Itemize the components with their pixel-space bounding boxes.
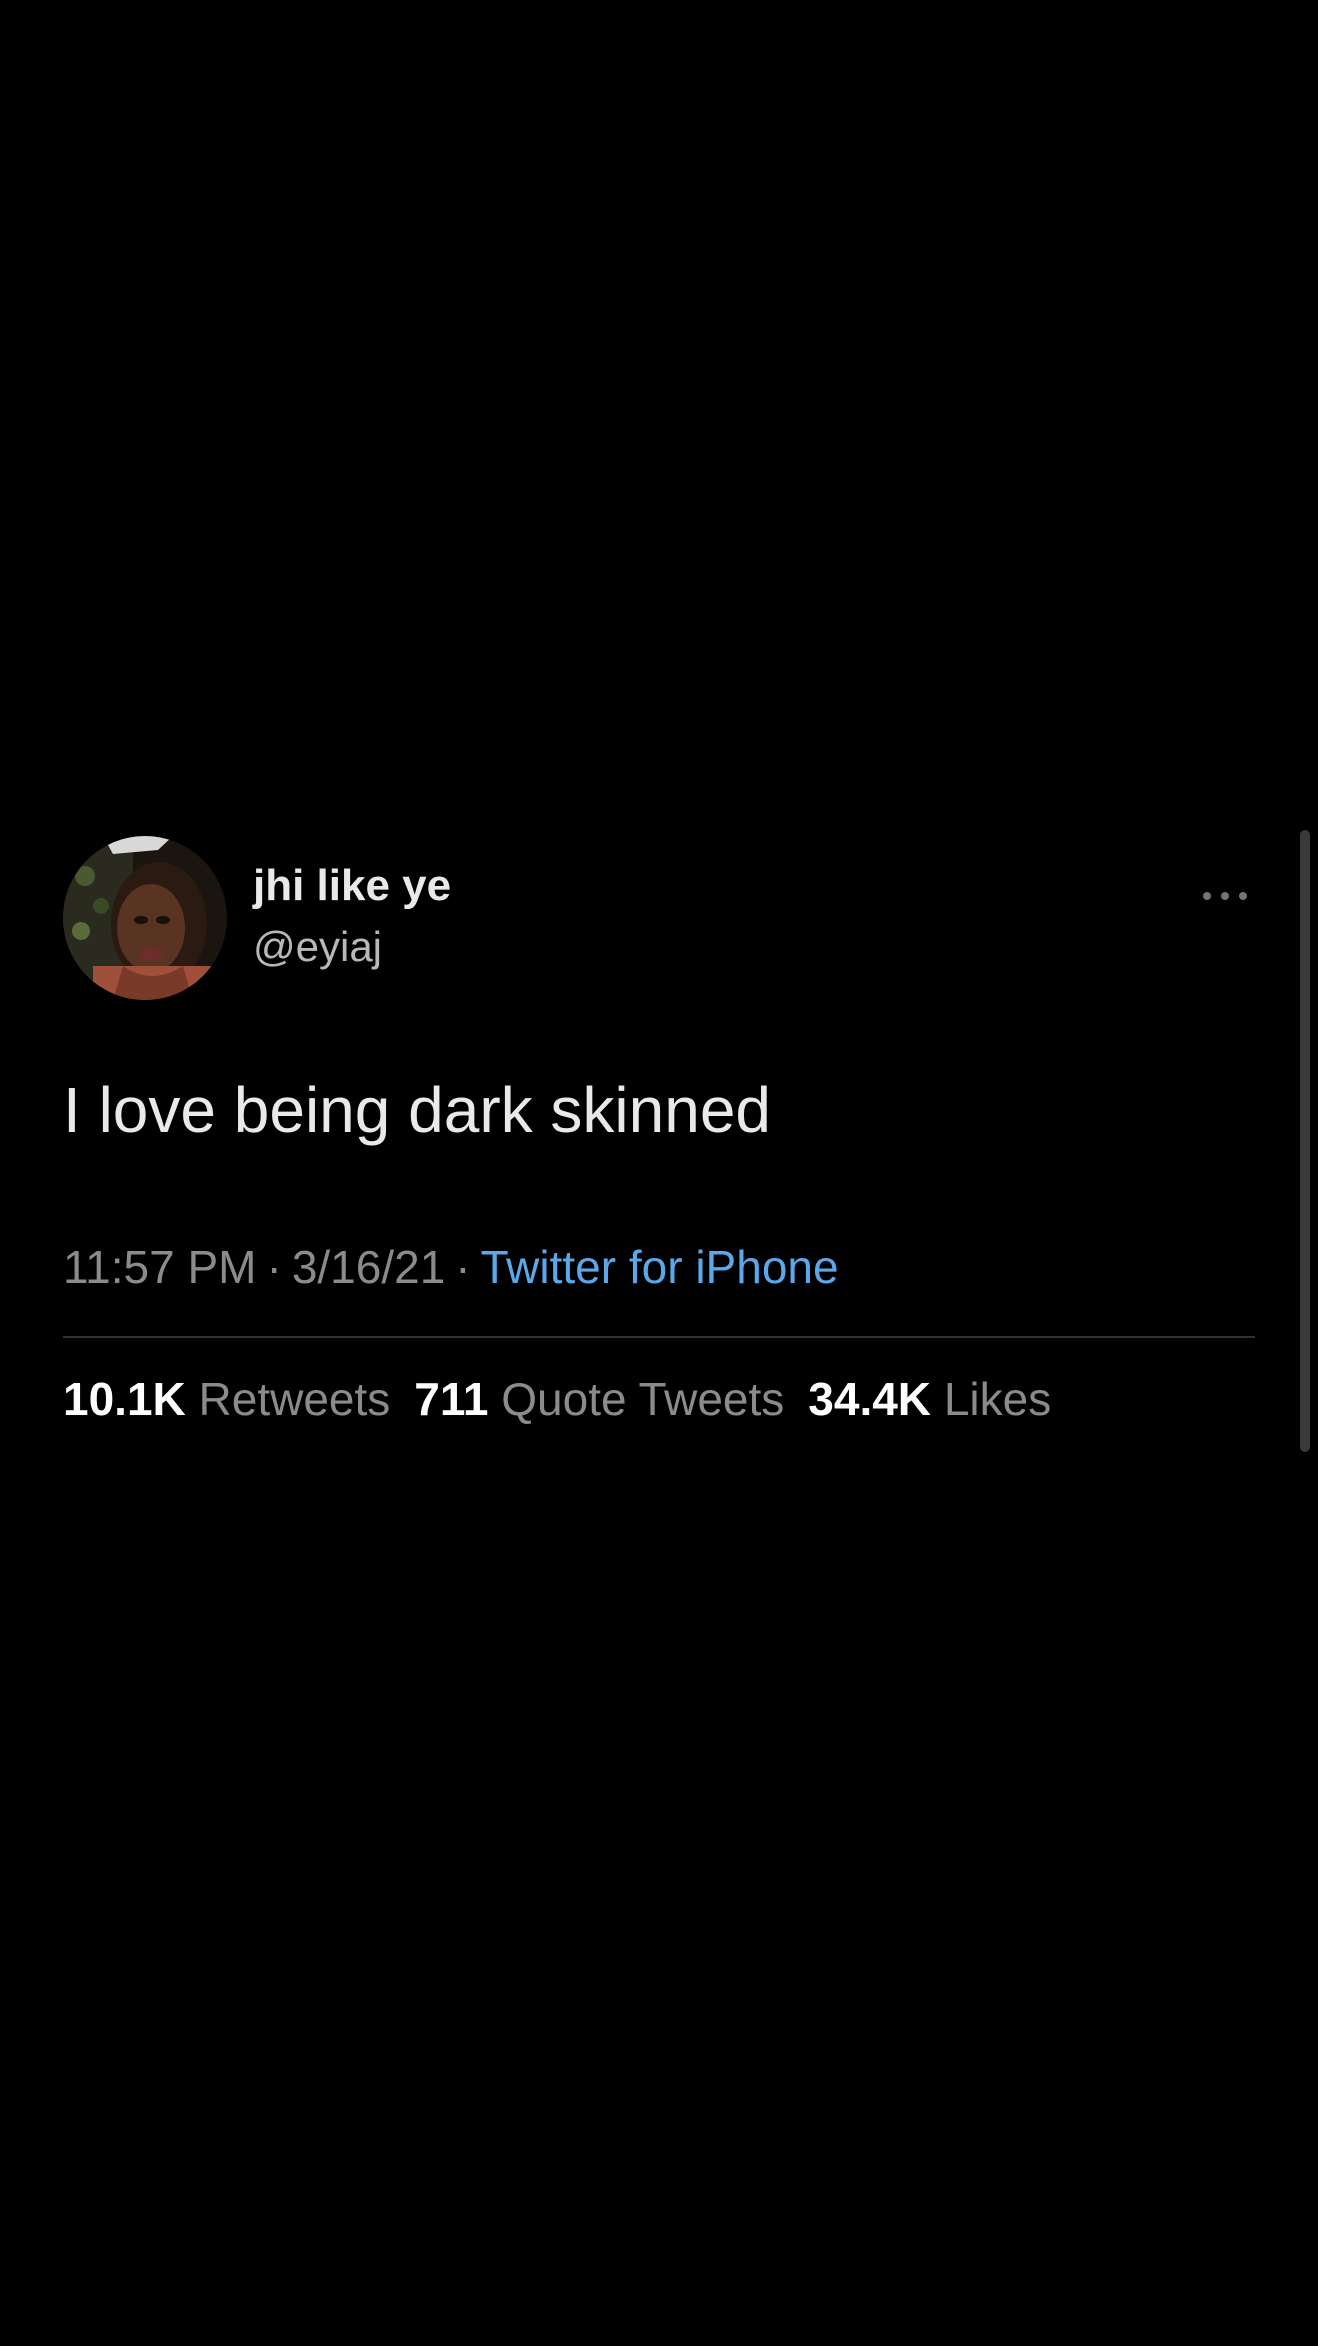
author-names: jhi like ye @eyiaj	[253, 864, 451, 968]
author-handle[interactable]: @eyiaj	[253, 926, 451, 968]
tweet-header: jhi like ye @eyiaj	[63, 836, 1255, 1000]
quote-tweets-label: Quote Tweets	[501, 1373, 785, 1425]
retweets-stat[interactable]: 10.1K Retweets	[63, 1376, 390, 1422]
tweet-stats: 10.1K Retweets 711 Quote Tweets 34.4K Like…	[63, 1376, 1075, 1422]
quote-tweets-count: 711	[414, 1373, 489, 1425]
tweet-text: I love being dark skinned	[63, 1074, 771, 1146]
author-display-name[interactable]: jhi like ye	[253, 864, 451, 908]
retweets-count: 10.1K	[63, 1373, 186, 1425]
meta-separator: ·	[455, 1241, 471, 1293]
tweet-date: 3/16/21	[291, 1241, 446, 1293]
meta-separator: ·	[266, 1241, 282, 1293]
tweet-time: 11:57 PM	[63, 1241, 257, 1293]
likes-label: Likes	[943, 1373, 1052, 1425]
tweet-meta: 11:57 PM · 3/16/21 · Twitter for iPhone	[63, 1244, 839, 1290]
scrollbar[interactable]	[1300, 830, 1310, 1452]
likes-count: 34.4K	[808, 1373, 932, 1425]
tweet-detail: jhi like ye @eyiaj I love being dark ski…	[63, 836, 1255, 1422]
likes-stat[interactable]: 34.4K Likes	[808, 1376, 1051, 1422]
tweet-source-link[interactable]: Twitter for iPhone	[481, 1241, 839, 1293]
retweets-label: Retweets	[198, 1373, 391, 1425]
avatar[interactable]	[63, 836, 227, 1000]
quote-tweets-stat[interactable]: 711 Quote Tweets	[414, 1376, 784, 1422]
avatar-photo	[63, 836, 227, 1000]
more-horizontal-icon[interactable]	[1195, 884, 1255, 908]
divider	[63, 1336, 1255, 1338]
